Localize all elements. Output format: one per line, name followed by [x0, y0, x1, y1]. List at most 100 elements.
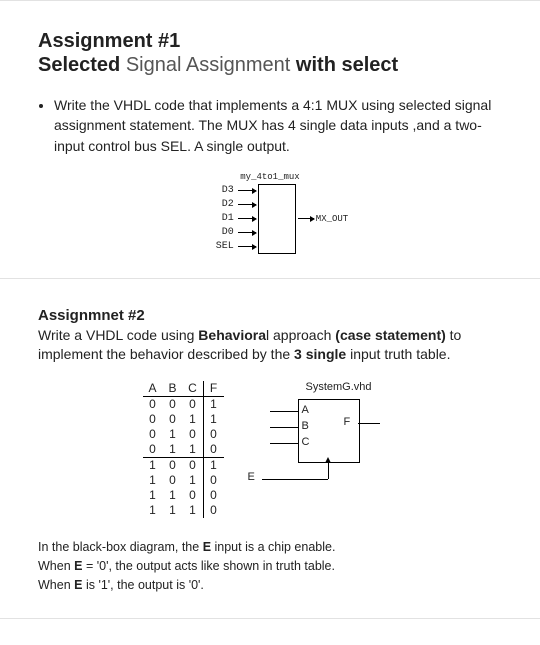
table-row: 0011	[143, 412, 224, 427]
a2-note-2: When E = '0', the output acts like shown…	[38, 557, 502, 576]
wire-icon	[328, 461, 329, 479]
pin-b-label: B	[302, 420, 309, 432]
note-frag: When	[38, 559, 74, 573]
a1-title-line2: Selected Signal Assignment with select	[38, 53, 502, 77]
tt-cell: 1	[163, 442, 183, 458]
table-row: 1100	[143, 488, 224, 503]
wire-icon	[358, 423, 380, 424]
tt-head-b: B	[163, 381, 183, 397]
mux-in-d3-label: D3	[222, 185, 234, 196]
pin-c-label: C	[302, 436, 310, 448]
mux-diagram: my_4to1_mux D3 D2 D1 D0 SEL MX_OUT	[140, 172, 400, 254]
tt-cell: 0	[203, 473, 224, 488]
mux-in-d0-label: D0	[222, 227, 234, 238]
pin-e-label: E	[248, 471, 255, 483]
systemg-diagram: SystemG.vhd A B C F E	[248, 381, 398, 481]
tt-cell: 0	[203, 488, 224, 503]
a1-title2-withselect: with select	[296, 54, 398, 76]
tt-cell: 0	[183, 488, 204, 503]
mux-output: MX_OUT	[296, 184, 348, 254]
tt-body: 0001 0011 0100 0110 1001 1010 1100 1110	[143, 397, 224, 519]
a2-desc-frag: input truth table.	[346, 346, 450, 362]
mux-out-label: MX_OUT	[316, 214, 348, 224]
tt-head-f: F	[203, 381, 224, 397]
arrow-icon	[238, 190, 256, 191]
tt-cell: 0	[183, 397, 204, 413]
mux-in-sel: SEL	[216, 241, 256, 253]
mux-inputs: D3 D2 D1 D0 SEL	[192, 184, 258, 254]
a1-bullet-item: Write the VHDL code that implements a 4:…	[54, 95, 502, 156]
tt-cell: 0	[163, 397, 183, 413]
mux-caption: my_4to1_mux	[140, 172, 400, 182]
a2-title: Assignmnet #2	[38, 307, 502, 324]
divider-bottom	[0, 618, 540, 619]
pin-a-label: A	[302, 404, 309, 416]
tt-cell: 1	[183, 503, 204, 518]
assignment-2-slide: Assignmnet #2 Write a VHDL code using Be…	[0, 279, 540, 618]
table-row: 1110	[143, 503, 224, 518]
arrow-icon	[298, 218, 314, 219]
tt-cell: 0	[203, 442, 224, 458]
tt-cell: 1	[143, 503, 163, 518]
a1-bullet-list: Write the VHDL code that implements a 4:…	[38, 95, 502, 156]
a2-desc-behavioral: Behaviora	[198, 327, 266, 343]
tt-cell: 1	[203, 397, 224, 413]
wire-icon	[270, 427, 298, 428]
note-frag: = '0', the output acts like shown in tru…	[82, 559, 335, 573]
wire-icon	[262, 479, 328, 480]
tt-cell: 0	[183, 427, 204, 442]
tt-cell: 1	[183, 473, 204, 488]
arrow-icon	[238, 232, 256, 233]
tt-cell: 0	[143, 412, 163, 427]
tt-cell: 1	[163, 503, 183, 518]
tt-cell: 1	[183, 442, 204, 458]
mux-box	[258, 184, 296, 254]
a1-title-line1: Assignment #1	[38, 29, 502, 53]
tt-cell: 0	[183, 458, 204, 474]
arrow-icon	[238, 204, 256, 205]
note-frag: When	[38, 578, 74, 592]
truth-table: A B C F 0001 0011 0100 0110 1001 1010 11…	[143, 381, 224, 518]
mux-body: D3 D2 D1 D0 SEL MX_OUT	[140, 184, 400, 254]
tt-cell: 1	[143, 473, 163, 488]
tt-head-a: A	[143, 381, 163, 397]
tt-cell: 0	[143, 397, 163, 413]
tt-cell: 0	[143, 442, 163, 458]
wire-icon	[270, 411, 298, 412]
note-frag: In the black-box diagram, the	[38, 540, 203, 554]
table-row: 1001	[143, 458, 224, 474]
a2-note-3: When E is '1', the output is '0'.	[38, 576, 502, 595]
table-row: 0001	[143, 397, 224, 413]
mux-in-d2: D2	[222, 199, 256, 211]
table-row: 1010	[143, 473, 224, 488]
pin-f-label: F	[344, 416, 351, 428]
tt-cell: 1	[203, 458, 224, 474]
tt-cell: 0	[163, 458, 183, 474]
tt-cell: 1	[163, 488, 183, 503]
tt-cell: 0	[143, 427, 163, 442]
mux-in-sel-label: SEL	[216, 241, 234, 252]
a2-desc-frag: l approach	[266, 327, 335, 343]
tt-cell: 1	[183, 412, 204, 427]
a1-title2-selected: Selected	[38, 54, 120, 76]
a1-title2-mid: Signal Assignment	[120, 54, 296, 76]
table-row: 0110	[143, 442, 224, 458]
mux-in-d0: D0	[222, 227, 256, 239]
tt-cell: 0	[203, 503, 224, 518]
a2-note-1: In the black-box diagram, the E input is…	[38, 538, 502, 557]
tt-cell: 0	[163, 412, 183, 427]
a2-desc-case: (case statement)	[335, 327, 446, 343]
mux-in-d1: D1	[222, 213, 256, 225]
a2-figure: A B C F 0001 0011 0100 0110 1001 1010 11…	[38, 381, 502, 518]
tt-cell: 1	[163, 427, 183, 442]
a2-title-text: Assignmnet #2	[38, 307, 145, 324]
tt-cell: 0	[203, 427, 224, 442]
arrow-icon	[238, 246, 256, 247]
tt-head-c: C	[183, 381, 204, 397]
page: Assignment #1 Selected Signal Assignment…	[0, 0, 540, 619]
arrow-up-icon	[325, 457, 331, 463]
wire-icon	[270, 443, 298, 444]
tt-cell: 1	[203, 412, 224, 427]
a2-desc: Write a VHDL code using Behavioral appro…	[38, 326, 502, 365]
tt-cell: 1	[143, 488, 163, 503]
